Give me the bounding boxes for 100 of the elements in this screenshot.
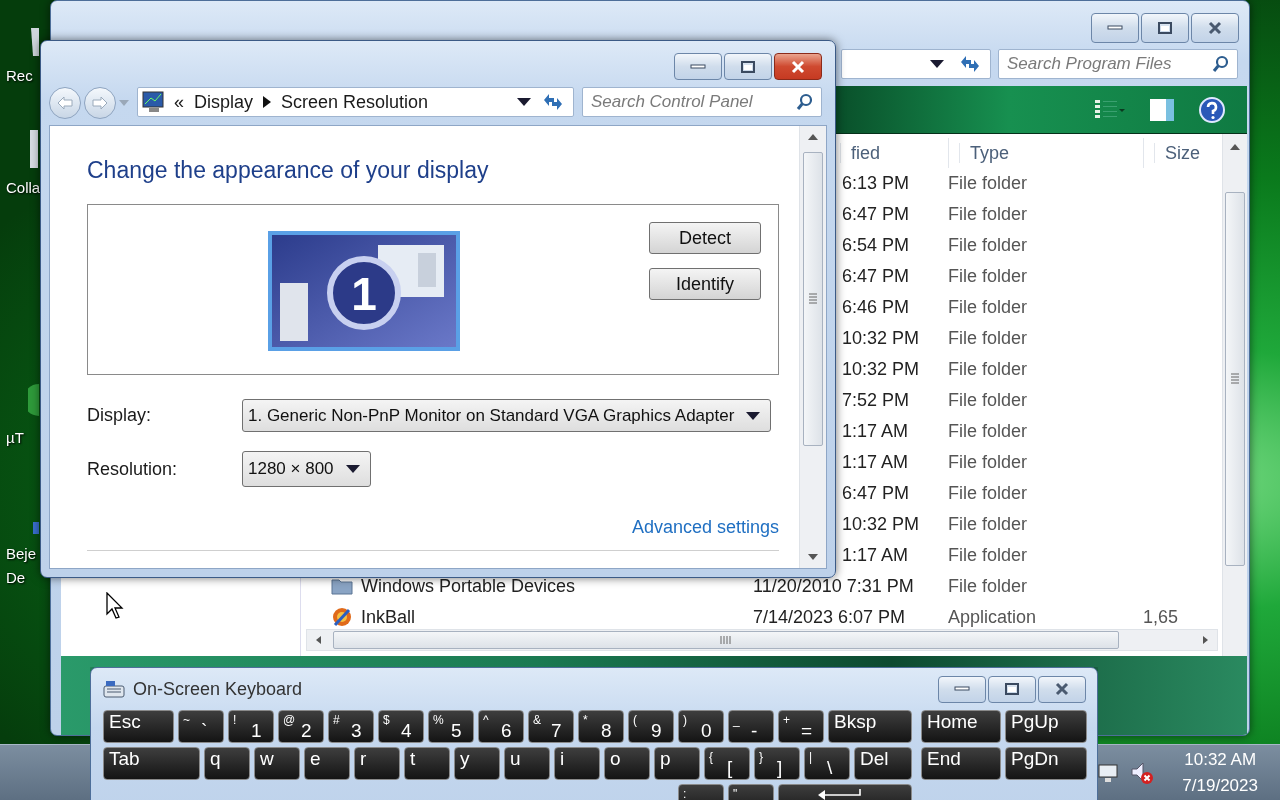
dropdown-caret-icon[interactable] bbox=[746, 411, 761, 420]
keyboard-key[interactable]: Bksp bbox=[828, 710, 912, 743]
keyboard-key[interactable]: # 3 bbox=[328, 710, 374, 743]
address-bar[interactable]: « Display Screen Resolution bbox=[137, 87, 574, 117]
dropdown-caret-icon[interactable] bbox=[930, 59, 944, 68]
icon-label[interactable]: µT bbox=[6, 426, 24, 450]
vertical-scrollbar[interactable] bbox=[799, 126, 826, 568]
grip-icon[interactable] bbox=[808, 293, 818, 305]
keyboard-key[interactable]: ^ 6 bbox=[478, 710, 524, 743]
keyboard-key[interactable]: _ - bbox=[728, 710, 774, 743]
breadcrumb-overflow[interactable]: « bbox=[174, 91, 184, 113]
keyboard-key[interactable]: * 8 bbox=[578, 710, 624, 743]
keyboard-key[interactable]: PgDn bbox=[1005, 747, 1087, 780]
enter-arrow-icon[interactable] bbox=[818, 789, 862, 800]
close-button[interactable] bbox=[774, 53, 822, 80]
dropdown[interactable]: 1. Generic Non-PnP Monitor on Standard VGA Graphics Adapter bbox=[242, 399, 772, 432]
search-icon[interactable] bbox=[1212, 54, 1230, 73]
file-name[interactable]: Windows Portable Devices bbox=[361, 575, 576, 597]
keyboard-key[interactable]: y bbox=[454, 747, 500, 780]
maximize-icon[interactable] bbox=[740, 59, 756, 74]
icon-label[interactable]: Beje bbox=[6, 542, 37, 566]
keyboard-key[interactable]: w bbox=[254, 747, 300, 780]
breadcrumb-arrow-icon[interactable] bbox=[263, 96, 272, 108]
minimize-icon[interactable] bbox=[690, 63, 706, 70]
keyboard-key[interactable]: | \ bbox=[804, 747, 850, 780]
file-name[interactable]: InkBall bbox=[361, 606, 416, 628]
close-icon[interactable] bbox=[1054, 682, 1070, 696]
keyboard-key[interactable]: ! 1 bbox=[228, 710, 274, 743]
keyboard-key[interactable]: u bbox=[504, 747, 550, 780]
monitor-drawing[interactable] bbox=[268, 231, 460, 351]
icon-label[interactable]: De bbox=[6, 566, 26, 590]
keyboard-key[interactable]: @ 2 bbox=[278, 710, 324, 743]
clock-time[interactable]: 10:32 AM bbox=[1184, 746, 1257, 773]
keyboard-key[interactable]: t bbox=[404, 747, 450, 780]
icon-label[interactable]: Colla bbox=[6, 176, 41, 200]
keyboard-key[interactable]: End bbox=[921, 747, 1001, 780]
help-icon[interactable] bbox=[1199, 96, 1225, 123]
keyboard-key[interactable]: Home bbox=[921, 710, 1001, 743]
file-type: File folder bbox=[948, 358, 1029, 380]
close-button[interactable] bbox=[1038, 675, 1086, 703]
keyboard-key[interactable]: % 5 bbox=[428, 710, 474, 743]
keyboard-key[interactable]: ~ ` bbox=[178, 710, 224, 743]
keyboard-key[interactable]: } ] bbox=[754, 747, 800, 780]
keyboard-key[interactable]: Esc bbox=[103, 710, 174, 743]
muted-speaker-icon[interactable] bbox=[1130, 760, 1155, 785]
keyboard-key[interactable]: PgUp bbox=[1005, 710, 1087, 743]
keyboard-key[interactable]: + = bbox=[778, 710, 824, 743]
settings-link[interactable]: Advanced settings bbox=[631, 517, 779, 538]
scroll-up-icon[interactable] bbox=[807, 132, 819, 142]
maximize-button[interactable] bbox=[988, 675, 1036, 703]
dropdown-caret-icon[interactable] bbox=[345, 465, 360, 473]
column-header[interactable]: Size bbox=[1154, 142, 1200, 163]
scroll-down-icon[interactable] bbox=[807, 552, 819, 562]
keyboard-key[interactable]: q bbox=[204, 747, 250, 780]
close-icon[interactable] bbox=[1207, 21, 1223, 35]
monitor-icon[interactable] bbox=[1098, 762, 1119, 783]
refresh-icon[interactable] bbox=[541, 92, 565, 112]
icon-label[interactable]: Rec bbox=[6, 64, 33, 88]
column-header[interactable]: Type bbox=[959, 142, 1010, 163]
search-field[interactable]: Search Program Files bbox=[998, 48, 1238, 79]
keyboard-key[interactable]: Tab bbox=[103, 747, 200, 780]
maximize-button[interactable] bbox=[1141, 13, 1189, 43]
minimize-icon[interactable] bbox=[1107, 25, 1123, 31]
file-type: Application bbox=[948, 606, 1038, 628]
keyboard-key[interactable]: r bbox=[354, 747, 400, 780]
file-type: File folder bbox=[948, 389, 1029, 411]
keyboard-key[interactable]: : bbox=[678, 784, 724, 800]
preview-pane-icon[interactable] bbox=[1149, 97, 1175, 122]
keyboard-key[interactable]: Del bbox=[854, 747, 912, 780]
horizontal-scrollbar[interactable] bbox=[306, 628, 1218, 651]
address-bar[interactable] bbox=[841, 48, 991, 79]
breadcrumb-item[interactable]: Screen Resolution bbox=[281, 91, 429, 113]
keyboard-key[interactable]: p bbox=[654, 747, 700, 780]
keyboard-key[interactable]: " bbox=[728, 784, 774, 800]
keyboard-key[interactable]: i bbox=[554, 747, 600, 780]
clock-date[interactable]: 7/19/2023 bbox=[1182, 772, 1258, 799]
dropdown[interactable]: 1280 × 800 bbox=[242, 451, 371, 487]
maximize-button[interactable] bbox=[724, 53, 772, 80]
keyboard-key[interactable]: ( 9 bbox=[628, 710, 674, 743]
minimize-icon[interactable] bbox=[954, 686, 970, 692]
grip-icon[interactable] bbox=[1230, 372, 1240, 385]
keyboard-key[interactable]: { [ bbox=[704, 747, 750, 780]
keyboard-key[interactable]: $ 4 bbox=[378, 710, 424, 743]
date-modified: 1:17 AM bbox=[842, 451, 909, 472]
close-button[interactable] bbox=[1191, 13, 1239, 43]
keyboard-key[interactable]: ) 0 bbox=[678, 710, 724, 743]
maximize-icon[interactable] bbox=[1157, 21, 1173, 35]
keyboard-key[interactable]: e bbox=[304, 747, 350, 780]
breadcrumb-item[interactable]: Display bbox=[194, 91, 254, 113]
search-icon[interactable] bbox=[796, 93, 814, 111]
grip-icon[interactable] bbox=[720, 634, 732, 645]
panel-button[interactable]: Identify bbox=[649, 268, 761, 300]
dropdown-caret-icon[interactable] bbox=[517, 98, 531, 106]
keyboard-key[interactable]: & 7 bbox=[528, 710, 574, 743]
keyboard-key[interactable]: o bbox=[604, 747, 650, 780]
search-field[interactable]: Search Control Panel bbox=[582, 87, 822, 117]
maximize-icon[interactable] bbox=[1004, 682, 1020, 696]
column-header[interactable]: fied bbox=[840, 142, 881, 163]
vertical-scrollbar[interactable] bbox=[1222, 133, 1247, 656]
panel-button[interactable]: Detect bbox=[649, 222, 761, 254]
